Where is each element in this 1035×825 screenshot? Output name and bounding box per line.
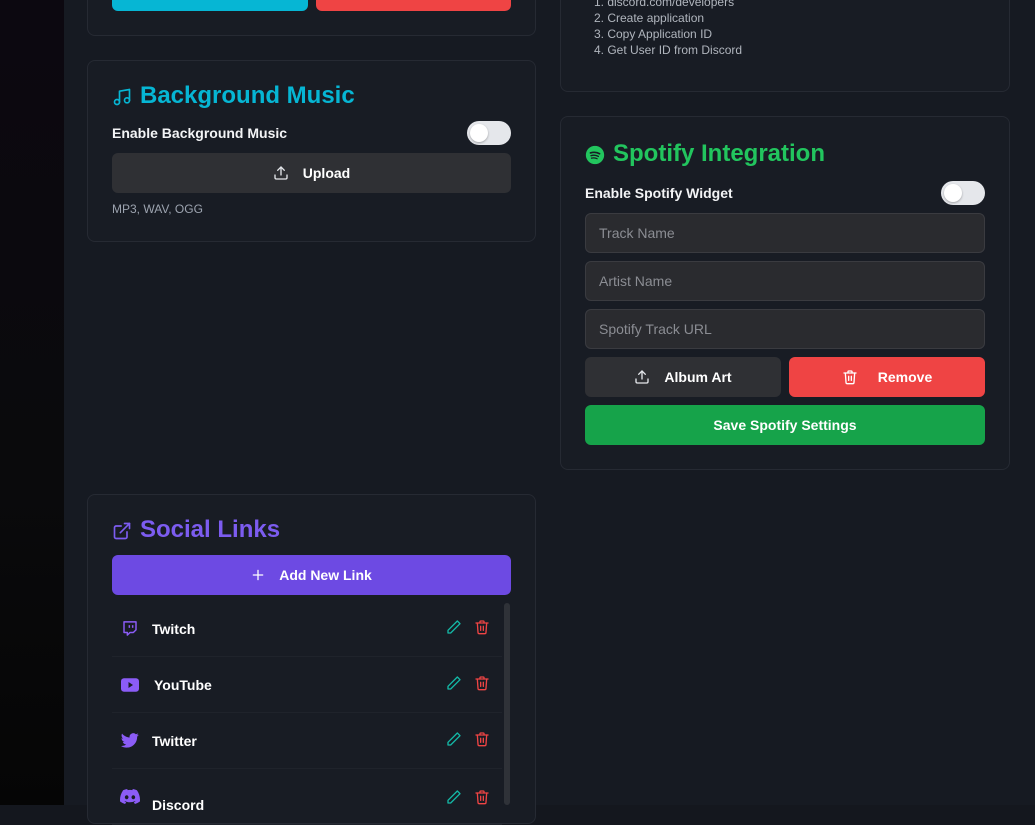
music-note-icon — [112, 86, 132, 106]
upload-music-button[interactable]: Upload — [112, 153, 511, 193]
background-music-title: Background Music — [112, 82, 355, 110]
edit-icon[interactable] — [446, 675, 462, 691]
discord-icon — [120, 787, 140, 807]
social-links-title: Social Links — [112, 516, 280, 544]
background-music-title-text: Background Music — [140, 82, 355, 109]
discord-step: 3. Copy Application ID — [594, 27, 713, 41]
delete-icon[interactable] — [474, 789, 490, 805]
edit-icon[interactable] — [446, 731, 462, 747]
enable-music-label: Enable Background Music — [112, 125, 288, 141]
social-link-label: YouTube — [154, 676, 212, 693]
spotify-title: Spotify Integration — [585, 140, 825, 168]
sidebar-strip — [0, 0, 64, 805]
delete-icon[interactable] — [474, 731, 490, 747]
upload-icon — [634, 369, 650, 385]
save-spotify-button[interactable]: Save Spotify Settings — [585, 405, 985, 445]
social-link-label: Twitter — [152, 732, 197, 749]
social-links-title-text: Social Links — [140, 516, 281, 543]
social-link-row[interactable]: YouTube — [112, 657, 502, 713]
discord-steps: 1. discord.com/developers 2. Create appl… — [594, 0, 742, 58]
discord-step: 4. Get User ID from Discord — [594, 43, 743, 57]
toggle-knob — [470, 124, 488, 142]
upload-icon — [273, 165, 289, 181]
enable-music-toggle[interactable] — [467, 121, 511, 145]
social-link-row[interactable]: Twitter — [112, 713, 502, 769]
delete-icon[interactable] — [474, 675, 490, 691]
spotify-icon — [585, 144, 605, 165]
trash-icon — [842, 369, 858, 385]
remove-album-art-button[interactable]: Remove — [789, 357, 985, 397]
album-art-label: Album Art — [664, 369, 732, 385]
twitch-icon — [120, 619, 140, 639]
toggle-knob — [944, 184, 962, 202]
enable-spotify-toggle[interactable] — [941, 181, 985, 205]
spotify-title-text: Spotify Integration — [613, 140, 825, 167]
add-link-button[interactable]: Add New Link — [112, 555, 511, 595]
discord-step: 2. Create application — [594, 11, 705, 25]
album-art-button[interactable]: Album Art — [585, 357, 781, 397]
artist-name-input[interactable] — [585, 261, 985, 301]
external-link-icon — [112, 520, 132, 540]
upload-label: Upload — [302, 165, 351, 181]
row-actions — [446, 789, 490, 805]
row-actions — [446, 619, 490, 635]
remove-label: Remove — [877, 369, 933, 385]
twitter-icon — [120, 731, 140, 751]
enable-spotify-label: Enable Spotify Widget — [585, 185, 733, 201]
edit-icon[interactable] — [446, 789, 462, 805]
social-links-scrollbar[interactable] — [504, 603, 510, 805]
music-formats-hint: MP3, WAV, OGG — [112, 202, 203, 216]
row-actions — [446, 731, 490, 747]
delete-icon[interactable] — [474, 619, 490, 635]
top-red-button[interactable] — [316, 0, 511, 11]
spotify-url-input[interactable] — [585, 309, 985, 349]
save-spotify-label: Save Spotify Settings — [713, 417, 857, 433]
track-name-input[interactable] — [585, 213, 985, 253]
discord-step: 1. discord.com/developers — [594, 0, 735, 9]
add-link-label: Add New Link — [279, 567, 372, 583]
plus-icon — [251, 568, 265, 582]
edit-icon[interactable] — [446, 619, 462, 635]
top-cyan-button[interactable] — [112, 0, 308, 11]
social-link-label: Twitch — [152, 620, 196, 637]
social-link-row[interactable]: Twitch — [112, 601, 502, 657]
youtube-icon — [120, 675, 140, 695]
row-actions — [446, 675, 490, 691]
social-link-row[interactable]: Discord — [112, 769, 502, 825]
